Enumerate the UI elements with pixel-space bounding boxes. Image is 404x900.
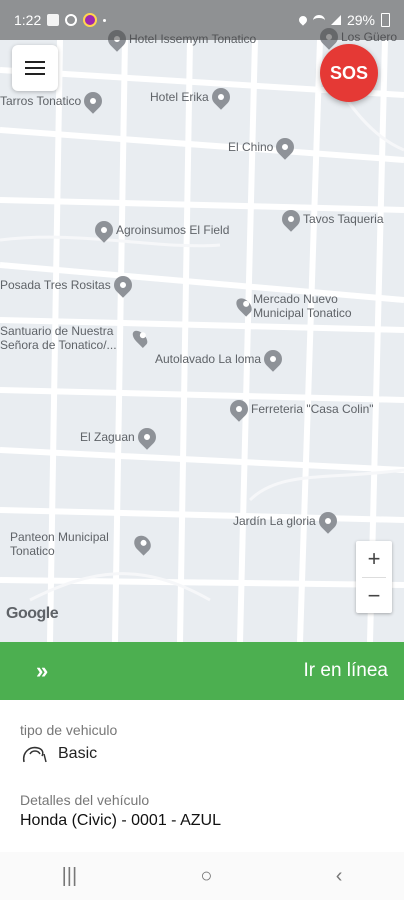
restaurant-icon [272, 134, 299, 160]
bar-icon [314, 508, 341, 534]
restaurant-icon [278, 206, 304, 232]
vehicle-details-label: Detalles del vehículo [20, 792, 150, 808]
hotel-icon [109, 272, 136, 298]
poi-el-zaguan[interactable]: El Zaguan [80, 424, 160, 450]
poi-panteon-municipal[interactable]: Panteon Municipal Tonatico [10, 530, 155, 558]
b-icon [65, 14, 78, 26]
poi-hotel-erika[interactable]: Hotel Erika [150, 84, 234, 110]
restaurant-icon [133, 424, 160, 450]
poi-santuario[interactable]: Santuario de Nuestra Señora de Tonatico/… [0, 324, 150, 352]
go-online-bar[interactable]: » Ir en línea [0, 642, 404, 700]
vehicle-type-value: Basic [58, 745, 98, 762]
recent-apps-button[interactable]: ||| [62, 865, 78, 888]
menu-button[interactable] [12, 45, 58, 91]
google-attribution[interactable]: Google [6, 605, 59, 623]
system-nav-bar: ||| ○ ‹ [0, 852, 404, 900]
menu-icon [25, 61, 45, 75]
poi-agroinsumos[interactable]: Agroinsumos El Field [91, 217, 229, 243]
double-chevron-right-icon[interactable]: » [36, 658, 48, 684]
vehicle-type-label: tipo de vehiculo [20, 722, 118, 738]
poi-mercado-nuevo[interactable]: Mercado Nuevo Municipal Tonatico [233, 292, 378, 320]
poi-posada-tres-rositas[interactable]: Posada Tres Rositas [0, 272, 136, 298]
poi-ferreteria[interactable]: Ferreteria "Casa Colin" [226, 396, 374, 422]
status-bar: 1:22 29% [0, 0, 404, 40]
image-icon [47, 14, 60, 26]
hotel-icon [207, 84, 234, 110]
vehicle-icon [22, 746, 47, 763]
avatar-icon [83, 13, 98, 27]
vehicle-info-panel: tipo de vehiculo Basic Detalles del vehí… [0, 700, 404, 852]
location-icon [297, 14, 309, 26]
poi-el-chino[interactable]: El Chino [228, 134, 299, 160]
poi-tavos-taqueria[interactable]: Tavos Taqueria [278, 206, 384, 232]
status-time: 1:22 [14, 12, 42, 28]
wifi-icon [312, 14, 325, 26]
poi-jardin-la-gloria[interactable]: Jardín La gloria [233, 508, 341, 534]
vehicle-details-value: Honda (Civic) - 0001 - AZUL [20, 812, 221, 829]
battery-text: 29% [346, 12, 375, 28]
battery-icon [381, 13, 390, 27]
poi-autolavado[interactable]: Autolavado La loma [155, 346, 286, 372]
go-online-label[interactable]: Ir en línea [304, 660, 389, 682]
dot-icon [103, 18, 107, 22]
zoom-control: + − [356, 541, 392, 613]
zoom-in-button[interactable]: + [356, 541, 392, 577]
signal-icon [330, 15, 341, 25]
poi-tarros-tonatico[interactable]: Tarros Tonatico [0, 88, 106, 114]
zoom-out-button[interactable]: − [356, 578, 392, 614]
shop-icon [226, 396, 252, 422]
shop-icon [91, 217, 117, 243]
place-icon [260, 346, 286, 372]
bar-icon [80, 88, 106, 114]
sos-button[interactable]: SOS [320, 44, 378, 102]
home-button[interactable]: ○ [200, 865, 212, 888]
back-button[interactable]: ‹ [336, 865, 343, 888]
